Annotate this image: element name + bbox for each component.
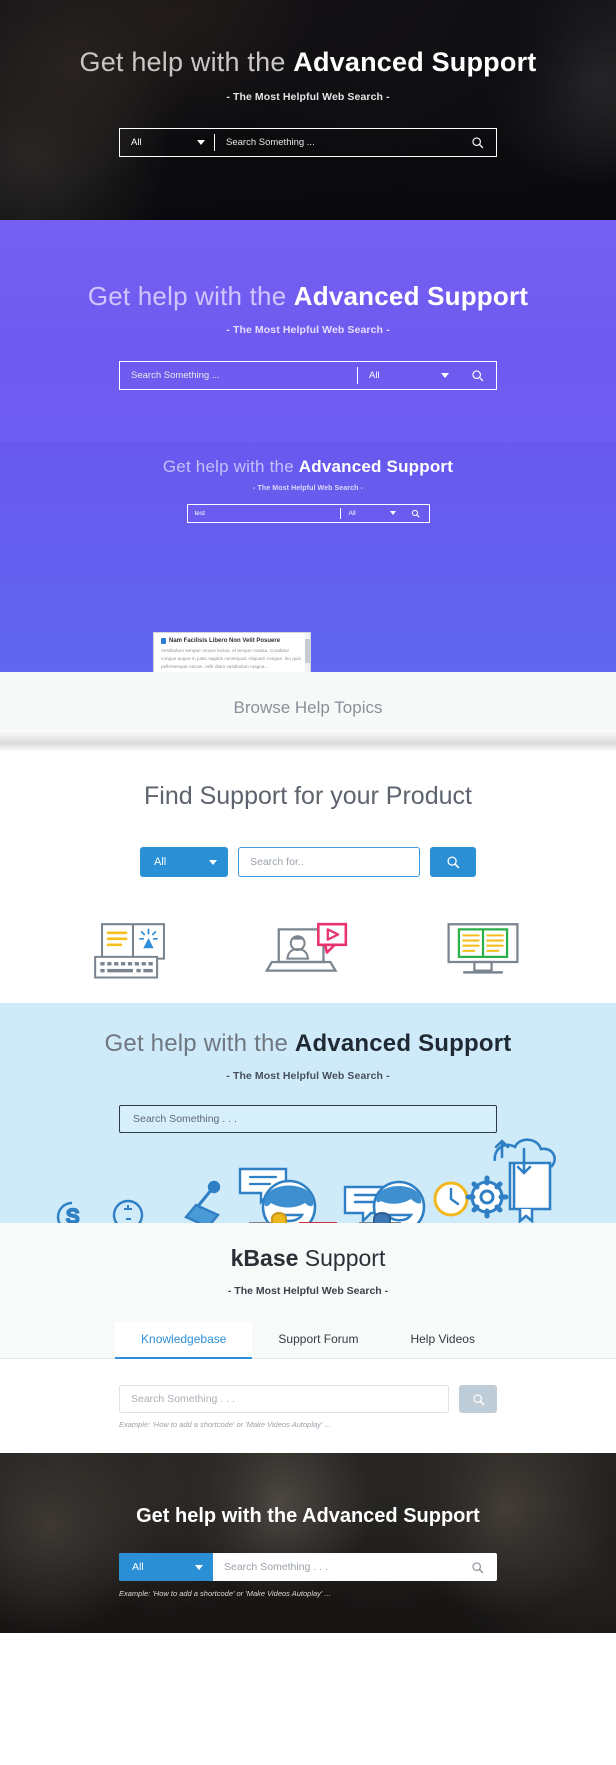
search-example-hint: Example: 'How to add a shortcode' or 'Ma…: [119, 1589, 331, 1598]
category-dropdown[interactable]: All: [358, 362, 458, 389]
search-icon: [471, 137, 483, 148]
title-bold-part: Advanced Support: [294, 1030, 512, 1057]
find-support-section: Find Support for your Product All Search…: [0, 752, 616, 1003]
category-dropdown[interactable]: All: [119, 1553, 213, 1581]
hero-subtitle: - The Most Helpful Web Search -: [226, 323, 390, 336]
hero-purple-section: Get help with the Advanced Support - The…: [0, 220, 616, 442]
kbase-section: kBase Support - The Most Helpful Web Sea…: [0, 1223, 616, 1439]
search-icon: [447, 856, 460, 869]
page-title: Get help with the Advanced Support: [0, 1030, 616, 1057]
result-title: Nam Facilisis Libero Non Velit Posuere: [169, 638, 281, 644]
search-button[interactable]: [457, 1553, 497, 1581]
open-book-monitor-icon: [447, 923, 519, 974]
browse-help-topics-strip: Browse Help Topics: [0, 672, 616, 730]
lightblue-section: Get help with the Advanced Support - The…: [0, 1003, 616, 1223]
book-keyboard-icon: [94, 923, 166, 979]
section-title: Find Support for your Product: [144, 782, 472, 810]
search-button[interactable]: [459, 1385, 497, 1413]
category-label: All: [131, 136, 142, 148]
chevron-down-icon: [441, 372, 449, 378]
search-icon: [471, 369, 483, 381]
search-button[interactable]: [458, 129, 496, 156]
chevron-down-icon: [389, 511, 396, 516]
search-input[interactable]: Search Something ...: [120, 362, 357, 389]
chevron-down-icon: [197, 139, 205, 145]
autocomplete-results-panel[interactable]: Nam Facilisis Libero Non Velit Posuere V…: [153, 632, 311, 672]
search-input[interactable]: Search for..: [238, 847, 420, 877]
title-light-part: Support: [298, 1245, 386, 1271]
category-dropdown[interactable]: All: [120, 129, 214, 156]
page-title: Get help with the Advanced Support: [136, 1505, 480, 1527]
category-dropdown[interactable]: All: [341, 505, 403, 522]
browse-help-topics-label: Browse Help Topics: [233, 698, 383, 717]
tabs-bar: Knowledgebase Support Forum Help Videos: [0, 1321, 616, 1359]
search-input[interactable]: Search Something ...: [215, 129, 458, 156]
find-support-search-bar[interactable]: All Search for..: [0, 847, 616, 877]
search-icon: [471, 1561, 483, 1573]
page-title: Get help with the Advanced Support: [0, 47, 616, 78]
search-button[interactable]: [430, 847, 476, 877]
search-bar-bottom[interactable]: All Search Something . . .: [119, 1553, 497, 1581]
support-illustration: S: [56, 1138, 556, 1223]
hero-dark-section: Get help with the Advanced Support - The…: [0, 0, 616, 220]
section-separator: [0, 730, 616, 752]
list-item[interactable]: Nam Facilisis Libero Non Velit Posuere V…: [154, 633, 310, 672]
category-label: All: [369, 369, 380, 381]
search-icon: [411, 509, 420, 518]
result-description: Vestibulum semper ornare lectus, et temp…: [161, 648, 301, 670]
search-bar-purple[interactable]: Search Something ... All: [119, 360, 497, 390]
title-light-part: Get help with the: [79, 47, 294, 77]
article-icon: [161, 638, 166, 644]
search-input[interactable]: test: [188, 505, 340, 522]
tab-help-videos[interactable]: Help Videos: [384, 1322, 501, 1359]
category-label: All: [154, 856, 167, 868]
category-label: All: [348, 509, 356, 517]
video-tutorial-icon: [264, 922, 348, 972]
page-title: Get help with the Advanced Support: [0, 282, 616, 311]
category-label: All: [132, 1561, 144, 1573]
hero-subtitle: - The Most Helpful Web Search -: [253, 484, 363, 492]
hero-bottom-section: Get help with the Advanced Support All S…: [0, 1453, 616, 1633]
title-bold-part: Advanced Support: [293, 47, 537, 77]
section-title: kBase Support: [0, 1245, 616, 1272]
category-dropdown[interactable]: All: [140, 847, 228, 877]
search-button[interactable]: [458, 362, 496, 389]
hero-subtitle: - The Most Helpful Web Search -: [226, 1070, 390, 1083]
title-bold-part: Advanced Support: [298, 457, 454, 476]
search-input[interactable]: Search Something . . .: [213, 1553, 457, 1581]
chevron-down-icon: [209, 859, 217, 865]
search-example-hint: Example: 'How to add a shortcode' or 'Ma…: [119, 1420, 331, 1429]
chevron-down-icon: [195, 1564, 203, 1570]
hero-subtitle: - The Most Helpful Web Search -: [226, 90, 390, 103]
feature-icons-row: [0, 877, 616, 1003]
search-icon: [472, 1393, 484, 1405]
page-title: Get help with the Advanced Support: [0, 457, 616, 477]
tab-knowledgebase[interactable]: Knowledgebase: [115, 1322, 253, 1359]
search-bar-dark[interactable]: All Search Something ...: [119, 127, 497, 157]
search-button[interactable]: [403, 505, 429, 522]
kbase-search-area: Search Something . . . Example: 'How to …: [0, 1359, 616, 1439]
hero-autocomplete-section: Get help with the Advanced Support - The…: [0, 442, 616, 672]
search-bar-autocomplete[interactable]: test All: [186, 503, 430, 523]
title-light-part: Get help with the: [104, 1030, 295, 1057]
page-root: Get help with the Advanced Support - The…: [0, 0, 616, 1633]
scrollbar[interactable]: [305, 633, 310, 672]
tab-support-forum[interactable]: Support Forum: [252, 1322, 384, 1359]
title-light-part: Get help with the: [162, 457, 299, 476]
title-light-part: Get help with the: [87, 281, 294, 311]
scrollbar-thumb[interactable]: [305, 639, 310, 663]
section-subtitle: - The Most Helpful Web Search -: [227, 1285, 389, 1297]
search-input[interactable]: Search Something . . .: [119, 1385, 449, 1413]
svg-text:S: S: [66, 1206, 79, 1223]
title-bold-part: kBase: [230, 1245, 299, 1271]
title-bold-part: Advanced Support: [293, 281, 529, 311]
